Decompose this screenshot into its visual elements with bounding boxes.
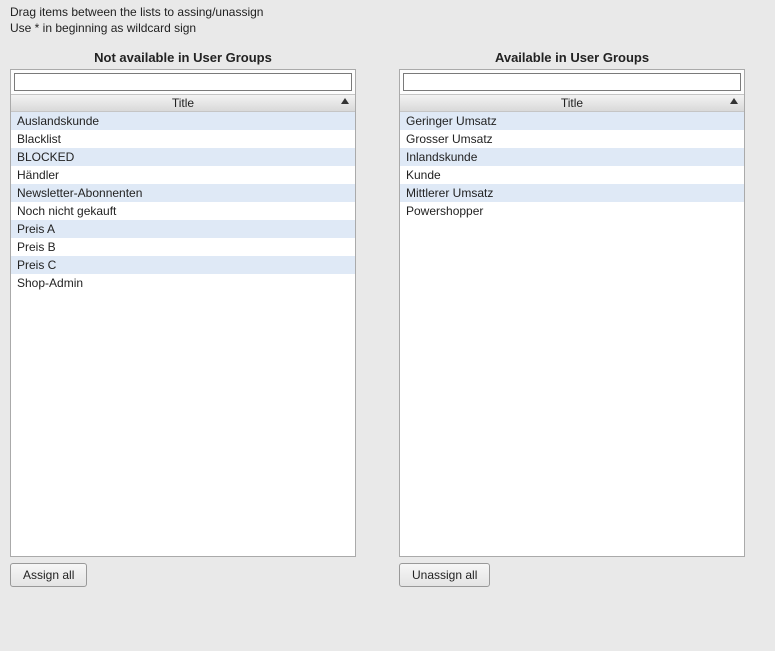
available-title: Available in User Groups	[399, 50, 745, 65]
not-available-column-header[interactable]: Title	[11, 94, 355, 112]
list-item[interactable]: Geringer Umsatz	[400, 112, 744, 130]
list-item[interactable]: Preis C	[11, 256, 355, 274]
hint-line-1: Drag items between the lists to assing/u…	[10, 5, 263, 19]
available-panel: Available in User Groups Title Geringer …	[399, 50, 745, 587]
list-item[interactable]: Preis B	[11, 238, 355, 256]
not-available-list[interactable]: AuslandskundeBlacklistBLOCKEDHändlerNews…	[11, 112, 355, 556]
list-item[interactable]: Powershopper	[400, 202, 744, 220]
list-item[interactable]: Händler	[11, 166, 355, 184]
list-item[interactable]: BLOCKED	[11, 148, 355, 166]
sort-asc-icon	[730, 98, 738, 104]
list-item[interactable]: Mittlerer Umsatz	[400, 184, 744, 202]
hint-line-2: Use * in beginning as wildcard sign	[10, 21, 196, 35]
list-item[interactable]: Shop-Admin	[11, 274, 355, 292]
list-item[interactable]: Grosser Umsatz	[400, 130, 744, 148]
not-available-title: Not available in User Groups	[10, 50, 356, 65]
hint-text: Drag items between the lists to assing/u…	[10, 4, 765, 36]
list-item[interactable]: Preis A	[11, 220, 355, 238]
available-list[interactable]: Geringer UmsatzGrosser UmsatzInlandskund…	[400, 112, 744, 556]
list-item[interactable]: Auslandskunde	[11, 112, 355, 130]
column-header-label: Title	[11, 96, 355, 110]
list-item[interactable]: Blacklist	[11, 130, 355, 148]
list-item[interactable]: Kunde	[400, 166, 744, 184]
available-search-input[interactable]	[403, 73, 741, 91]
available-column-header[interactable]: Title	[400, 94, 744, 112]
list-item[interactable]: Inlandskunde	[400, 148, 744, 166]
column-header-label: Title	[400, 96, 744, 110]
not-available-panel: Not available in User Groups Title Ausla…	[10, 50, 356, 587]
unassign-all-button[interactable]: Unassign all	[399, 563, 490, 587]
list-item[interactable]: Noch nicht gekauft	[11, 202, 355, 220]
sort-asc-icon	[341, 98, 349, 104]
list-item[interactable]: Newsletter-Abonnenten	[11, 184, 355, 202]
assign-all-button[interactable]: Assign all	[10, 563, 87, 587]
not-available-search-input[interactable]	[14, 73, 352, 91]
